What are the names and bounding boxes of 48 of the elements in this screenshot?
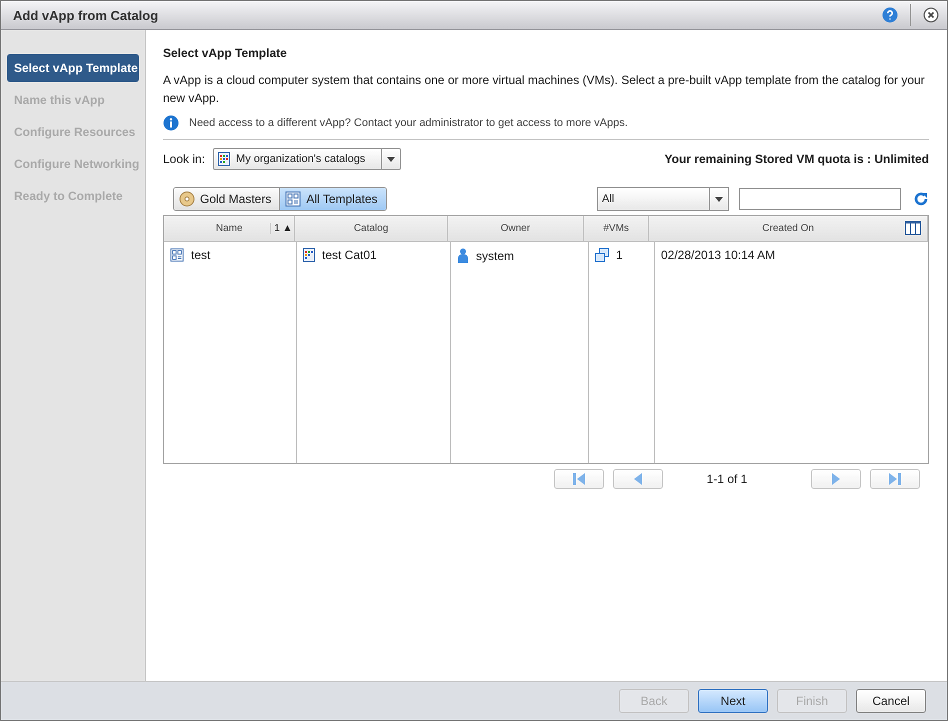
column-header[interactable]: Owner	[500, 223, 530, 234]
wizard-button[interactable]: Next	[698, 689, 768, 713]
info-message: Need access to a different vApp? Contact your administrator to get access to more vApps.	[189, 117, 628, 129]
filter-tab[interactable]: All Templates	[279, 188, 386, 210]
quota-text: Your remaining Stored VM quota is : Unlimited	[664, 152, 929, 166]
filter-tab[interactable]: Gold Masters	[174, 188, 280, 210]
caret-icon	[387, 156, 396, 162]
disc-icon	[179, 191, 195, 207]
table-cell: 1	[616, 248, 623, 262]
columns-icon[interactable]	[905, 221, 921, 235]
first-page-icon	[572, 472, 586, 486]
table-cell: test	[191, 248, 210, 262]
table-cell: 02/28/2013 10:14 AM	[661, 248, 776, 262]
caret-icon	[715, 196, 723, 202]
catalog-icon	[303, 248, 315, 262]
table-cell: test Cat01	[322, 248, 377, 262]
close-icon[interactable]	[923, 7, 939, 23]
left-triangle-icon	[633, 472, 643, 486]
look-in-label: Look in:	[163, 152, 206, 166]
sort-indicator[interactable]: 1 ▲	[270, 223, 292, 234]
filter-dropdown[interactable]: All	[597, 187, 729, 211]
refresh-icon[interactable]	[913, 191, 929, 207]
right-triangle-icon	[831, 472, 841, 486]
column-header[interactable]: Created On	[762, 223, 814, 234]
last-page-button[interactable]	[870, 469, 920, 489]
vms-icon	[595, 248, 609, 262]
next-page-button[interactable]	[811, 469, 861, 489]
last-page-icon	[888, 472, 902, 486]
window-title: Add vApp from Catalog	[13, 8, 160, 22]
table-cell: system	[476, 248, 514, 262]
look-in-dropdown[interactable]: My organization's catalogs	[213, 148, 402, 170]
first-page-button[interactable]	[554, 469, 604, 489]
wizard-button[interactable]: Cancel	[856, 689, 926, 713]
info-icon	[163, 115, 179, 131]
wizard-step[interactable]: Select vApp Template	[7, 54, 139, 82]
column-header[interactable]: #VMs	[603, 223, 629, 234]
template-icon	[170, 248, 184, 262]
column-header[interactable]: Catalog	[354, 223, 388, 234]
help-icon[interactable]	[882, 7, 898, 23]
section-heading: Select vApp Template	[163, 46, 288, 60]
catalog-icon	[218, 152, 230, 166]
template-icon	[285, 191, 302, 207]
user-icon	[457, 248, 469, 263]
previous-page-button[interactable]	[613, 469, 663, 489]
column-header[interactable]: Name	[216, 223, 243, 234]
page-info: 1-1 of 1	[706, 472, 748, 486]
search-field[interactable]	[739, 188, 901, 210]
description: A vApp is a cloud computer system that contains one or more virtual machines (VMs). Select a pre-built vApp template from the catalog for your new vApp.	[163, 72, 926, 107]
